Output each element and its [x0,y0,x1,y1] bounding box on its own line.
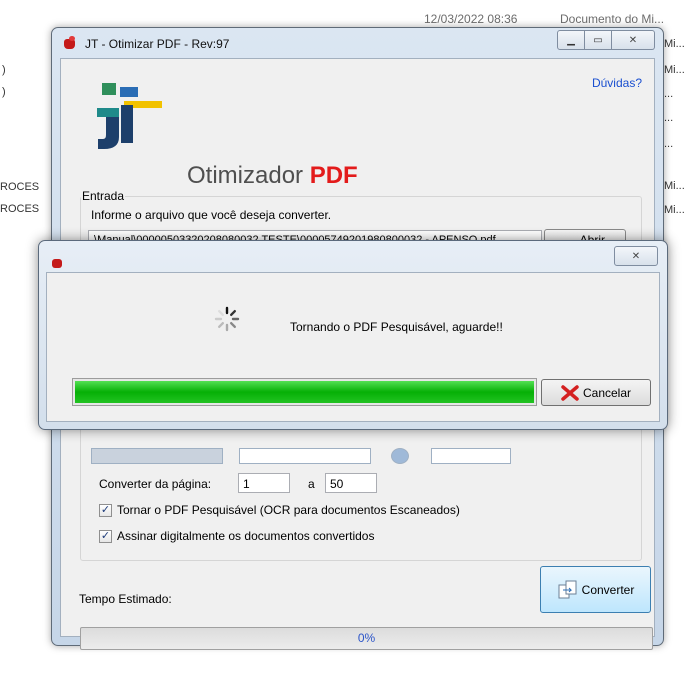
page-from-input[interactable]: 1 [238,473,290,493]
cancel-x-icon [561,384,579,401]
occluded-select[interactable] [239,448,371,464]
background-col-text: ... [664,138,674,150]
help-link[interactable]: Dúvidas? [592,76,642,90]
convert-pages-icon [558,580,577,598]
loading-spinner-icon [214,306,240,332]
window-title: JT - Otimizar PDF - Rev:97 [85,37,230,51]
dialog-app-icon [52,259,62,268]
close-icon: ✕ [631,250,641,262]
background-left-text: ROCES [0,181,40,193]
occluded-input[interactable] [431,448,511,464]
background-date: 12/03/2022 08:36 [424,12,518,26]
background-doc-name: Documento do Mi... [560,12,665,26]
dialog-close-button[interactable]: ✕ [614,246,658,266]
background-col-text: ... [664,112,674,124]
dialog-progress-fill [75,381,534,403]
converter-button[interactable]: Converter [540,566,651,613]
background-col-text: Mi... [664,180,685,192]
page-to-input[interactable]: 50 [325,473,377,493]
window-controls: ▁ ▭ ✕ [557,30,655,50]
dialog-client-area: Tornando o PDF Pesquisável, aguarde!! Ca… [46,272,660,422]
dialog-message: Tornando o PDF Pesquisável, aguarde!! [290,320,503,334]
background-col-text: Mi... [664,38,685,50]
entrada-hint: Informe o arquivo que você deseja conver… [91,208,332,222]
entrada-legend: Entrada [81,189,126,203]
background-left-text: ) [2,86,6,98]
page-range-separator: a [308,477,315,491]
estimated-time-label: Tempo Estimado: [79,592,172,606]
main-progress-text: 0% [357,631,376,645]
maximize-button[interactable]: ▭ [585,30,612,50]
cancel-button[interactable]: Cancelar [541,379,651,406]
main-progress-bar: 0% [80,627,653,650]
ocr-progress-dialog: ✕ Tornando o PDF Pesquisável, aguarde!! … [38,240,668,430]
occluded-options-row [91,444,561,466]
app-title-prefix: Otimizador [187,162,310,189]
cancel-button-label: Cancelar [582,385,632,400]
minimize-icon: ▁ [567,34,575,46]
app-icon [64,36,75,49]
jt-logo-icon [97,83,162,149]
app-title: Otimizador PDF [187,162,358,190]
background-col-text: Mi... [664,204,685,216]
background-col-text: Mi... [664,64,685,76]
ocr-checkbox-row[interactable]: ✓ Tornar o PDF Pesquisável (OCR para doc… [99,503,460,517]
close-icon: ✕ [628,34,638,46]
app-title-pdf: PDF [309,162,358,189]
maximize-icon: ▭ [593,34,603,46]
ocr-checkbox-label: Tornar o PDF Pesquisável (OCR para docum… [117,503,460,517]
sign-checkbox-label: Assinar digitalmente os documentos conve… [117,529,375,543]
converter-button-label: Converter [581,582,635,597]
close-button[interactable]: ✕ [612,30,655,50]
occluded-arrow-icon [391,448,409,464]
background-left-text: ) [2,64,6,76]
converter-da-pagina-label: Converter da página: [99,477,212,491]
main-titlebar[interactable]: JT - Otimizar PDF - Rev:97 ▁ ▭ ✕ [52,28,663,58]
occluded-label [91,448,223,464]
ocr-checkbox[interactable]: ✓ [99,503,112,517]
sign-checkbox[interactable]: ✓ [99,529,112,543]
sign-checkbox-row[interactable]: ✓ Assinar digitalmente os documentos con… [99,529,374,543]
background-left-text: ROCES [0,203,40,215]
dialog-progress-bar [72,378,537,406]
background-col-text: ... [664,88,674,100]
minimize-button[interactable]: ▁ [557,30,585,50]
